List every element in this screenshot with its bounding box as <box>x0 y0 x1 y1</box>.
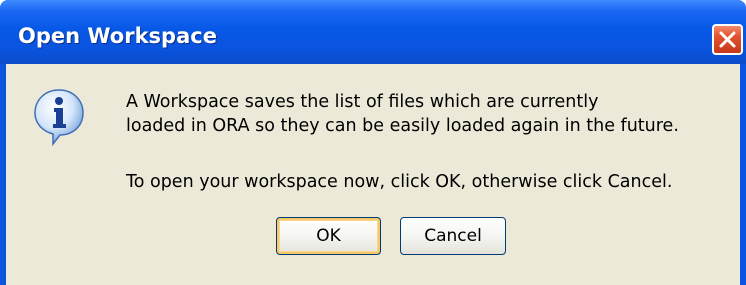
title-bar[interactable]: Open Workspace <box>0 0 746 64</box>
message-line: loaded in ORA so they can be easily load… <box>126 116 679 136</box>
message-line: A Workspace saves the list of files whic… <box>126 92 599 112</box>
dialog-message: A Workspace saves the list of files whic… <box>126 90 679 194</box>
open-workspace-dialog: Open Workspace A Workspace saves the lis… <box>0 0 746 285</box>
close-button[interactable] <box>712 24 743 55</box>
close-icon <box>719 31 736 48</box>
ok-button[interactable]: OK <box>276 217 381 255</box>
dialog-body: A Workspace saves the list of files whic… <box>6 64 740 285</box>
info-icon <box>34 89 84 146</box>
message-line: To open your workspace now, click OK, ot… <box>126 172 673 192</box>
dialog-title: Open Workspace <box>18 24 217 48</box>
cancel-button[interactable]: Cancel <box>400 217 506 255</box>
